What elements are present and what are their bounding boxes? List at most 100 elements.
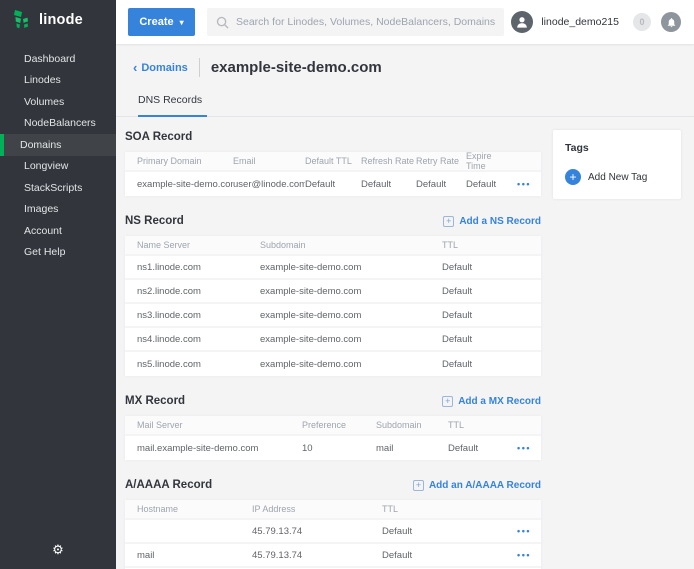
user-area: linode_demo215 0 bbox=[511, 11, 694, 33]
soa-table: Primary Domain Email Default TTL Refresh… bbox=[125, 152, 541, 196]
cell-name-server: ns1.linode.com bbox=[137, 262, 260, 273]
sidebar-item-linodes[interactable]: Linodes bbox=[0, 70, 116, 92]
add-ns-record-link[interactable]: + Add a NS Record bbox=[443, 216, 541, 227]
cell-subdomain: example-site-demo.com bbox=[260, 286, 442, 297]
row-actions-button[interactable]: ••• bbox=[517, 526, 531, 536]
sidebar-item-label: Domains bbox=[20, 139, 61, 151]
cell-subdomain: example-site-demo.com bbox=[260, 310, 442, 321]
sidebar-item-label: NodeBalancers bbox=[24, 117, 96, 129]
cell-hostname: mail bbox=[137, 550, 252, 561]
sidebar-item-domains[interactable]: Domains bbox=[0, 134, 116, 156]
sidebar-item-stackscripts[interactable]: StackScripts bbox=[0, 177, 116, 199]
add-link-label: Add a NS Record bbox=[459, 216, 541, 227]
a-aaaa-table: Hostname IP Address TTL 45.79.13.74 Defa… bbox=[125, 500, 541, 569]
add-new-tag-button[interactable]: + Add New Tag bbox=[565, 169, 669, 185]
sidebar-item-get-help[interactable]: Get Help bbox=[0, 242, 116, 264]
cell-name-server: ns2.linode.com bbox=[137, 286, 260, 297]
column-header: Subdomain bbox=[376, 420, 448, 430]
sidebar-item-nodebalancers[interactable]: NodeBalancers bbox=[0, 113, 116, 135]
add-a-aaaa-record-link[interactable]: + Add an A/AAAA Record bbox=[413, 480, 541, 491]
a-aaaa-record-section: A/AAAA Record + Add an A/AAAA Record Hos… bbox=[125, 475, 541, 569]
mx-table: Mail Server Preference Subdomain TTL mai… bbox=[125, 416, 541, 460]
breadcrumb-divider bbox=[199, 58, 200, 77]
records-column: SOA Record Primary Domain Email Default … bbox=[125, 127, 541, 569]
sidebar-item-volumes[interactable]: Volumes bbox=[0, 91, 116, 113]
cell-name-server: ns3.linode.com bbox=[137, 310, 260, 321]
sidebar-item-label: Account bbox=[24, 225, 62, 237]
section-title: NS Record bbox=[125, 215, 184, 227]
cell-ttl: Default bbox=[382, 526, 462, 537]
cell-refresh-rate: Default bbox=[361, 179, 416, 190]
column-header: Refresh Rate bbox=[361, 156, 416, 166]
tab-bar: DNS Records bbox=[116, 90, 694, 117]
search-bar[interactable] bbox=[207, 8, 504, 36]
tab-dns-records[interactable]: DNS Records bbox=[138, 94, 207, 117]
cell-primary-domain: example-site-demo.com bbox=[137, 179, 233, 190]
section-title: SOA Record bbox=[125, 131, 192, 143]
cell-email: user@linode.com bbox=[233, 179, 305, 190]
cell-ttl: Default bbox=[442, 262, 531, 273]
page-title: example-site-demo.com bbox=[211, 59, 382, 76]
column-header: TTL bbox=[448, 420, 508, 430]
app-window: linode Dashboard Linodes Volumes NodeBal… bbox=[0, 0, 694, 569]
cell-ttl: Default bbox=[442, 310, 531, 321]
sidebar-item-images[interactable]: Images bbox=[0, 199, 116, 221]
section-title: MX Record bbox=[125, 395, 185, 407]
sidebar-item-label: Images bbox=[24, 203, 58, 215]
table-row: example-site-demo.com user@linode.com De… bbox=[125, 172, 541, 196]
topbar: Create ▾ linode_demo215 0 bbox=[116, 0, 694, 44]
linode-logo[interactable]: linode bbox=[0, 0, 116, 38]
table-header-row: Name Server Subdomain TTL bbox=[125, 236, 541, 256]
cell-ttl: Default bbox=[442, 286, 531, 297]
sidebar-nav: Dashboard Linodes Volumes NodeBalancers … bbox=[0, 48, 116, 263]
sidebar-item-account[interactable]: Account bbox=[0, 220, 116, 242]
notification-count-badge[interactable]: 0 bbox=[633, 13, 651, 31]
cell-subdomain: example-site-demo.com bbox=[260, 262, 442, 273]
tags-panel-title: Tags bbox=[565, 142, 669, 154]
cell-default-ttl: Default bbox=[305, 179, 361, 190]
table-row: ns4.linode.com example-site-demo.com Def… bbox=[125, 328, 541, 352]
cell-subdomain: mail bbox=[376, 443, 448, 454]
sidebar-item-label: Linodes bbox=[24, 74, 61, 86]
row-actions-button[interactable]: ••• bbox=[517, 550, 531, 560]
row-actions-button[interactable]: ••• bbox=[517, 179, 531, 189]
table-header-row: Mail Server Preference Subdomain TTL bbox=[125, 416, 541, 436]
add-link-label: Add a MX Record bbox=[458, 396, 541, 407]
plus-square-icon: + bbox=[443, 216, 454, 227]
cell-subdomain: example-site-demo.com bbox=[260, 359, 442, 370]
ns-record-section: NS Record + Add a NS Record Name Server … bbox=[125, 211, 541, 376]
add-mx-record-link[interactable]: + Add a MX Record bbox=[442, 396, 541, 407]
cell-ip-address: 45.79.13.74 bbox=[252, 550, 382, 561]
table-row: ns3.linode.com example-site-demo.com Def… bbox=[125, 304, 541, 328]
cell-name-server: ns4.linode.com bbox=[137, 334, 260, 345]
cell-expire-time: Default bbox=[466, 179, 512, 190]
sidebar-item-dashboard[interactable]: Dashboard bbox=[0, 48, 116, 70]
tags-panel: Tags + Add New Tag bbox=[553, 130, 681, 199]
gear-icon[interactable]: ⚙ bbox=[0, 542, 116, 558]
create-button[interactable]: Create ▾ bbox=[128, 8, 195, 36]
sidebar: linode Dashboard Linodes Volumes NodeBal… bbox=[0, 0, 116, 569]
search-input[interactable] bbox=[236, 16, 495, 28]
back-to-domains-link[interactable]: ‹ Domains bbox=[133, 62, 188, 74]
user-avatar[interactable] bbox=[511, 11, 533, 33]
mx-record-section: MX Record + Add a MX Record Mail Server … bbox=[125, 391, 541, 460]
table-row: ns5.linode.com example-site-demo.com Def… bbox=[125, 352, 541, 376]
cell-mail-server: mail.example-site-demo.com bbox=[137, 443, 302, 454]
notification-bell-button[interactable] bbox=[661, 12, 681, 32]
cell-ttl: Default bbox=[442, 359, 531, 370]
sidebar-item-label: Volumes bbox=[24, 96, 64, 108]
tags-column: Tags + Add New Tag bbox=[553, 127, 681, 569]
content-area: SOA Record Primary Domain Email Default … bbox=[116, 117, 694, 569]
row-actions-button[interactable]: ••• bbox=[517, 443, 531, 453]
column-header: TTL bbox=[442, 240, 531, 250]
column-header: Retry Rate bbox=[416, 156, 466, 166]
cell-ttl: Default bbox=[448, 443, 508, 454]
username[interactable]: linode_demo215 bbox=[541, 16, 619, 28]
back-chevron-icon: ‹ bbox=[133, 63, 137, 73]
column-header: Email bbox=[233, 156, 305, 166]
add-link-label: Add an A/AAAA Record bbox=[429, 480, 541, 491]
column-header: TTL bbox=[382, 504, 462, 514]
sidebar-item-label: StackScripts bbox=[24, 182, 82, 194]
plus-square-icon: + bbox=[442, 396, 453, 407]
sidebar-item-longview[interactable]: Longview bbox=[0, 156, 116, 178]
